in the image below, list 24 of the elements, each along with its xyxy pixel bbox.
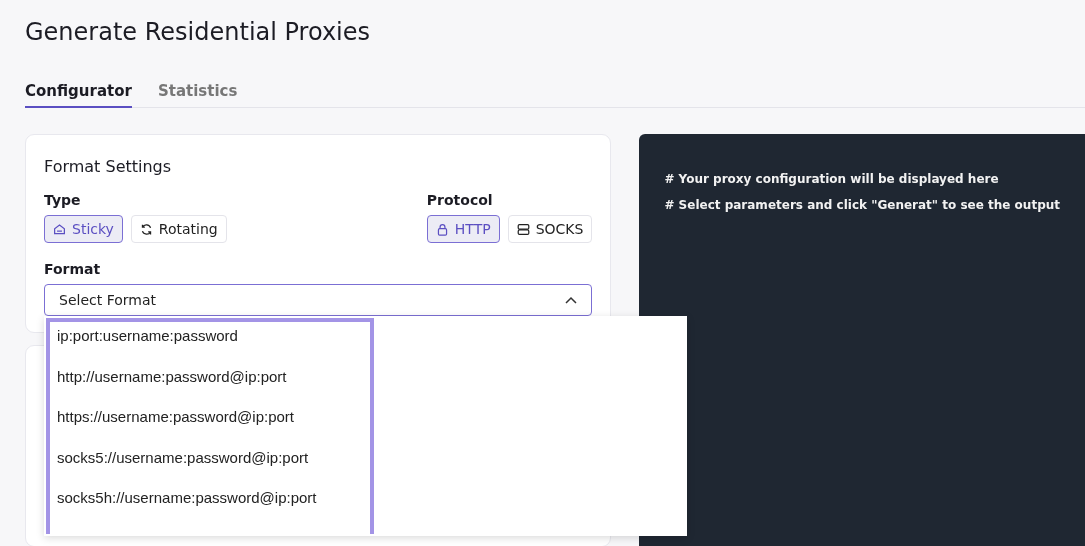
field-label: Protocol [426, 192, 494, 208]
home-icon [53, 222, 66, 236]
output-line: # Select parameters and click "Generat" to see the output [664, 197, 1060, 214]
tab[interactable]: Statistics [157, 82, 238, 108]
format-option[interactable]: socks5h://username:password@ip:port [57, 484, 370, 525]
type-option[interactable]: Sticky [44, 215, 123, 243]
format-option[interactable]: https://username:password@ip:port [57, 403, 370, 444]
refresh-icon [139, 222, 153, 236]
format-option[interactable]: http://username:password@ip:port [57, 362, 370, 403]
format-select[interactable]: Select Format [44, 284, 593, 316]
format-option[interactable]: ip:port:username:password [57, 322, 370, 363]
card-title: Format Settings [44, 157, 173, 176]
lock-icon [435, 222, 449, 236]
tab[interactable]: Configurator [25, 82, 132, 108]
protocol-option[interactable]: SOCKS [507, 215, 593, 243]
format-option[interactable]: socks5://username:password@ip:port [57, 443, 370, 484]
chevron-icon [565, 296, 578, 304]
protocol-option[interactable]: HTTP [426, 215, 500, 243]
field-label: Format [44, 261, 102, 277]
page-title: Generate Residential Proxies [25, 17, 372, 48]
field-label: Type [44, 192, 82, 208]
server-icon [516, 222, 530, 236]
type-option[interactable]: Rotating [130, 215, 227, 243]
output-line: # Your proxy configuration will be displayed here [664, 171, 1000, 188]
